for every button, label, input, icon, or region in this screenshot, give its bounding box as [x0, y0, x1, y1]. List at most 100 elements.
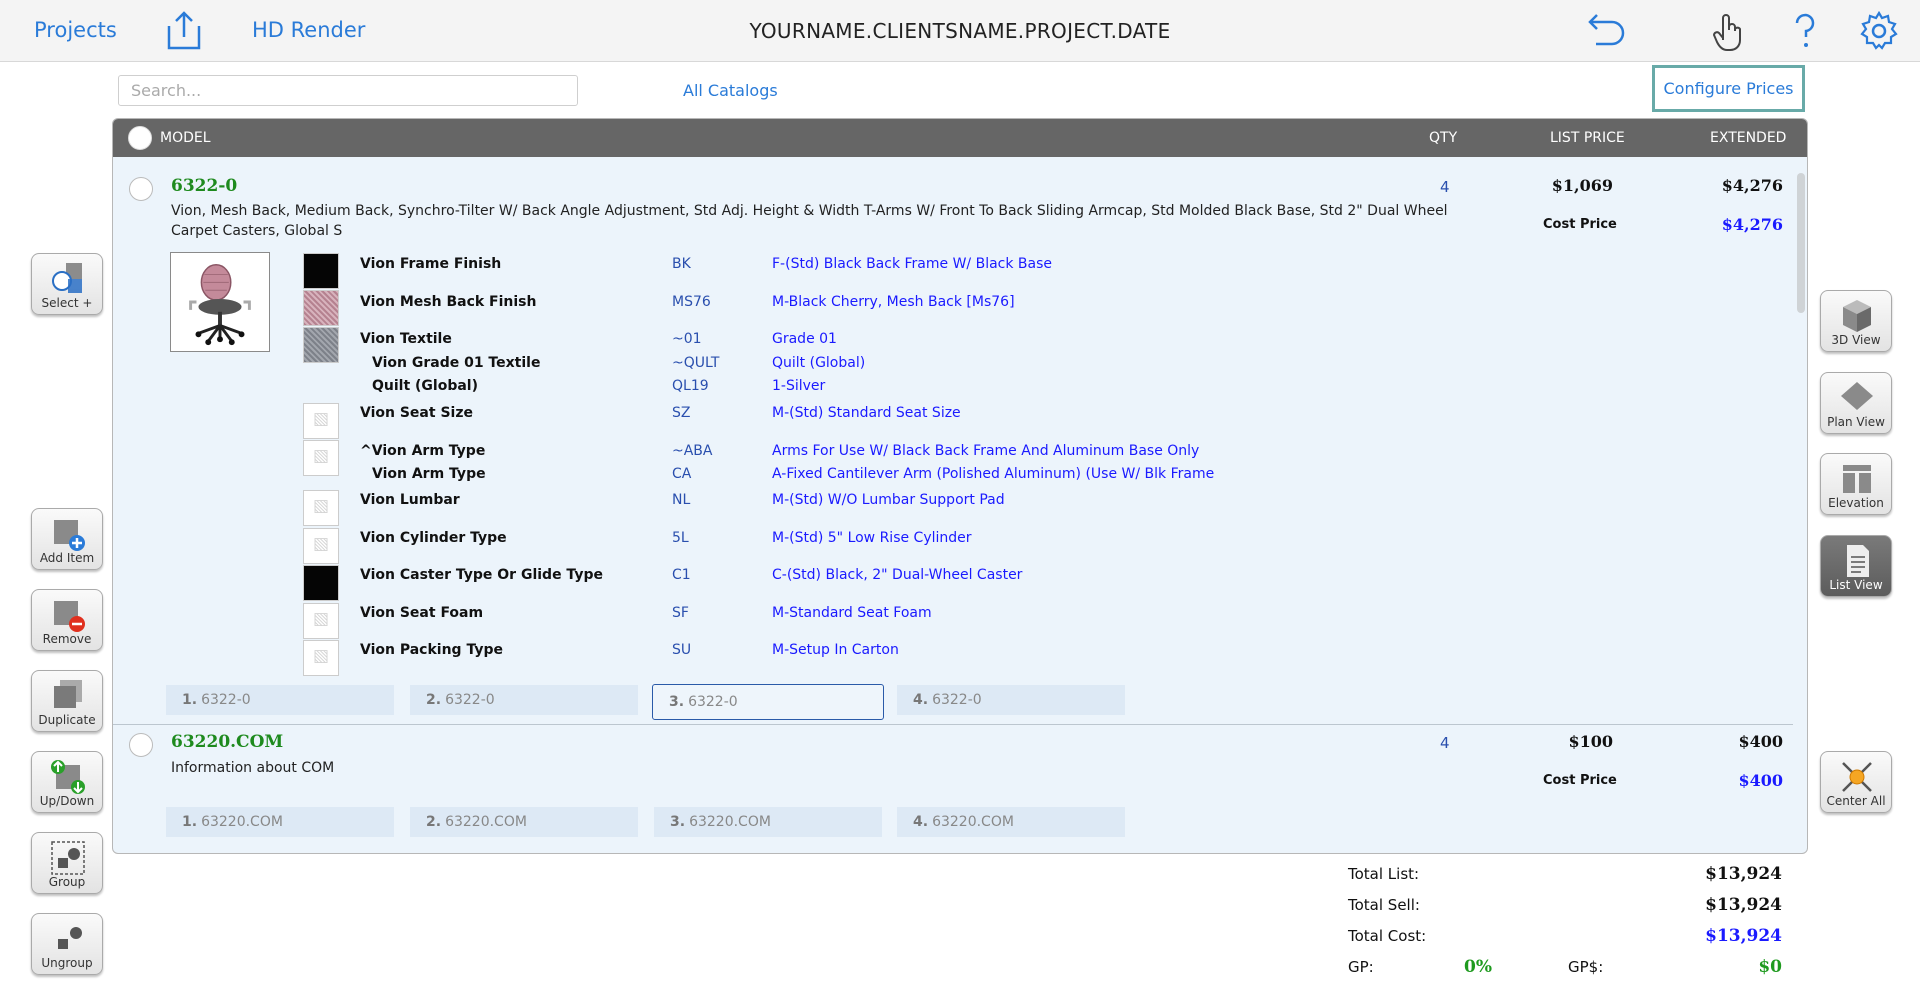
option-value[interactable]: F-(Std) Black Back Frame W/ Black Base — [772, 256, 1052, 272]
plan-view-icon — [1841, 382, 1873, 410]
up-down-button[interactable]: Up/Down — [31, 751, 103, 813]
table-header: MODEL QTY LIST PRICE EXTENDED — [113, 119, 1807, 157]
option-row[interactable]: Vion Packing Type SU M-Setup In Carton — [113, 642, 1613, 666]
option-value[interactable]: Grade 01 — [772, 331, 837, 347]
option-row[interactable]: Vion Mesh Back Finish MS76 M-Black Cherr… — [113, 294, 1613, 318]
elevation-button[interactable]: Elevation — [1820, 453, 1892, 515]
list-view-button[interactable]: List View — [1820, 535, 1892, 597]
remove-button[interactable]: Remove — [31, 589, 103, 651]
tag-label: 63220.COM — [932, 814, 1014, 830]
option-value[interactable]: M-(Std) W/O Lumbar Support Pad — [772, 492, 1005, 508]
ungroup-button[interactable]: Ungroup — [31, 913, 103, 975]
add-item-icon — [54, 520, 85, 551]
option-value[interactable]: M-Standard Seat Foam — [772, 605, 932, 621]
option-row[interactable]: Vion Seat Size SZ M-(Std) Standard Seat … — [113, 405, 1613, 429]
item-extended-price: $4,276 — [1721, 176, 1783, 195]
all-catalogs-link[interactable]: All Catalogs — [683, 81, 778, 100]
total-list-value: $13,924 — [1705, 864, 1782, 884]
instance-tag-selected[interactable]: 3. 6322-0 — [652, 684, 884, 720]
option-name: Vion Arm Type — [372, 466, 486, 482]
search-input[interactable] — [118, 75, 578, 106]
option-name: ^Vion Arm Type — [360, 443, 486, 459]
instance-tag[interactable]: 2. 63220.COM — [410, 807, 638, 837]
option-row[interactable]: Vion Arm Type CA A-Fixed Cantilever Arm … — [113, 466, 1613, 490]
up-down-label: Up/Down — [39, 794, 95, 808]
option-code: ~01 — [672, 331, 702, 347]
option-value[interactable]: M-Setup In Carton — [772, 642, 899, 658]
option-row[interactable]: Vion Frame Finish BK F-(Std) Black Back … — [113, 256, 1613, 280]
configure-prices-button[interactable]: Configure Prices — [1652, 65, 1805, 112]
option-row[interactable]: Vion Caster Type Or Glide Type C1 C-(Std… — [113, 567, 1613, 591]
option-name: Vion Packing Type — [360, 642, 503, 658]
cost-price-label: Cost Price — [1543, 773, 1617, 788]
instance-tag[interactable]: 2. 6322-0 — [410, 685, 638, 715]
option-value[interactable]: Arms For Use W/ Black Back Frame And Alu… — [772, 443, 1199, 459]
top-bar: Projects HD Render YOURNAME.CLIENTSNAME.… — [0, 0, 1920, 62]
item-select-radio[interactable] — [129, 177, 153, 201]
total-cost-label: Total Cost: — [1348, 927, 1427, 945]
hand-pointer-icon[interactable] — [1708, 10, 1750, 52]
option-value[interactable]: C-(Std) Black, 2" Dual-Wheel Caster — [772, 567, 1022, 583]
duplicate-icon — [54, 680, 82, 708]
plan-view-button[interactable]: Plan View — [1820, 372, 1892, 434]
item-list-price: $100 — [1568, 732, 1613, 751]
tag-label: 6322-0 — [445, 692, 495, 708]
help-icon[interactable] — [1784, 10, 1826, 52]
instance-tag[interactable]: 1. 63220.COM — [166, 807, 394, 837]
duplicate-button[interactable]: Duplicate — [31, 670, 103, 732]
group-button[interactable]: Group — [31, 832, 103, 894]
option-name: Vion Grade 01 Textile — [372, 355, 541, 371]
instance-tag[interactable]: 1. 6322-0 — [166, 685, 394, 715]
option-value[interactable]: A-Fixed Cantilever Arm (Polished Aluminu… — [772, 466, 1214, 482]
option-value[interactable]: M-(Std) Standard Seat Size — [772, 405, 961, 421]
option-row[interactable]: Vion Seat Foam SF M-Standard Seat Foam — [113, 605, 1613, 629]
option-row[interactable]: Vion Textile ~01 Grade 01 — [113, 331, 1613, 355]
undo-icon[interactable] — [1584, 10, 1626, 52]
option-name: Vion Lumbar — [360, 492, 460, 508]
option-row[interactable]: Vion Cylinder Type 5L M-(Std) 5" Low Ris… — [113, 530, 1613, 554]
header-qty: QTY — [1429, 130, 1458, 146]
tag-number: 1. — [182, 814, 198, 830]
select-plus-button[interactable]: Select + — [31, 253, 103, 315]
3d-view-button[interactable]: 3D View — [1820, 290, 1892, 352]
add-item-label: Add Item — [39, 551, 95, 565]
add-item-button[interactable]: Add Item — [31, 508, 103, 570]
option-name: Vion Mesh Back Finish — [360, 294, 537, 310]
option-row[interactable]: Vion Lumbar NL M-(Std) W/O Lumbar Suppor… — [113, 492, 1613, 516]
tag-label: 6322-0 — [201, 692, 251, 708]
gp-dollar-value: $0 — [1758, 957, 1782, 977]
instance-tag[interactable]: 4. 63220.COM — [897, 807, 1125, 837]
option-value[interactable]: 1-Silver — [772, 378, 825, 394]
option-row[interactable]: Quilt (Global) QL19 1-Silver — [113, 378, 1613, 402]
option-code: NL — [672, 492, 691, 508]
option-code: SZ — [672, 405, 691, 421]
item-code[interactable]: 63220.COM — [171, 732, 283, 752]
gp-dollar-label: GP$: — [1568, 958, 1604, 976]
center-all-button[interactable]: Center All — [1820, 751, 1892, 813]
option-name: Vion Textile — [360, 331, 452, 347]
option-value[interactable]: M-(Std) 5" Low Rise Cylinder — [772, 530, 972, 546]
gear-icon[interactable] — [1858, 10, 1900, 52]
instance-tag[interactable]: 3. 63220.COM — [654, 807, 882, 837]
item-code[interactable]: 6322-0 — [171, 176, 237, 196]
3d-view-label: 3D View — [1831, 333, 1881, 347]
instance-tag[interactable]: 4. 6322-0 — [897, 685, 1125, 715]
document-list-icon — [1847, 545, 1869, 577]
option-code: CA — [672, 466, 692, 482]
tag-label: 63220.COM — [445, 814, 527, 830]
item-select-radio[interactable] — [129, 733, 153, 757]
tag-number: 3. — [670, 814, 686, 830]
total-list-label: Total List: — [1348, 865, 1420, 883]
option-row[interactable]: Vion Grade 01 Textile ~QULT Quilt (Globa… — [113, 355, 1613, 379]
select-all-radio[interactable] — [128, 126, 152, 150]
gp-label: GP: — [1348, 958, 1374, 976]
scrollbar[interactable] — [1797, 173, 1805, 313]
center-all-icon — [1842, 762, 1872, 792]
option-row[interactable]: ^Vion Arm Type ~ABA Arms For Use W/ Blac… — [113, 443, 1613, 467]
option-name: Quilt (Global) — [372, 378, 479, 394]
item-qty[interactable]: 4 — [1440, 734, 1450, 752]
item-qty[interactable]: 4 — [1440, 178, 1450, 196]
option-value[interactable]: M-Black Cherry, Mesh Back [Ms76] — [772, 294, 1015, 310]
option-code: C1 — [672, 567, 691, 583]
option-value[interactable]: Quilt (Global) — [772, 355, 865, 371]
